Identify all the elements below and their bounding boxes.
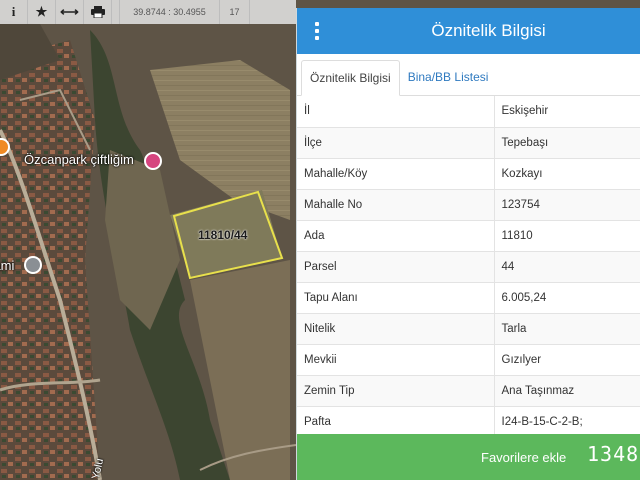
table-row: Mevkii Gızılyer [297, 344, 640, 376]
row-key: Tapu Alanı [297, 282, 495, 314]
row-key: Nitelik [297, 313, 495, 345]
table-row: Ada 11810 [297, 220, 640, 252]
row-value: Kozkayı [494, 158, 640, 190]
menu-dots-icon[interactable] [297, 8, 337, 54]
row-key: Mahalle/Köy [297, 158, 495, 190]
panel-header: Öznitelik Bilgisi [297, 8, 640, 54]
table-row: Mahalle/Köy Kozkayı [297, 158, 640, 190]
toolbar-divider [112, 0, 120, 24]
favorites-count: 1348 [587, 442, 640, 466]
favorites-label: Favorilere ekle [481, 450, 567, 465]
coordinates-readout: 39.8744 : 30.4955 [120, 0, 220, 24]
row-value: 123754 [494, 189, 640, 221]
mosque-label: Cami [0, 258, 15, 273]
table-row: Tapu Alanı 6.005,24 [297, 282, 640, 314]
panel-tabs: Öznitelik Bilgisi Bina/BB Listesi [297, 54, 640, 96]
mosque-pin[interactable] [24, 256, 42, 274]
row-key: Mevkii [297, 344, 495, 376]
parcel-label[interactable]: 11810/44 [198, 228, 247, 242]
row-key: Parsel [297, 251, 495, 283]
poi-pink-pin[interactable] [144, 152, 162, 170]
attribute-panel: Öznitelik Bilgisi Öznitelik Bilgisi Bina… [296, 8, 640, 480]
row-value: 11810 [494, 220, 640, 252]
row-value: Gızılyer [494, 344, 640, 376]
row-key: Pafta [297, 406, 495, 438]
table-row: Zemin Tip Ana Taşınmaz [297, 375, 640, 407]
panel-title: Öznitelik Bilgisi [431, 21, 546, 40]
table-row: Mahalle No 123754 [297, 189, 640, 221]
tab-building-list[interactable]: Bina/BB Listesi [400, 59, 497, 95]
tab-attributes[interactable]: Öznitelik Bilgisi [301, 60, 400, 96]
row-key: Ada [297, 220, 495, 252]
map-toolbar: i ★ ⟷ 39.8744 : 30.4955 17 [0, 0, 296, 24]
row-key: Mahalle No [297, 189, 495, 221]
row-value: 6.005,24 [494, 282, 640, 314]
print-icon[interactable] [84, 0, 112, 24]
table-row: Parsel 44 [297, 251, 640, 283]
row-value: Tepebaşı [494, 127, 640, 159]
attribute-table: İl Eskişehir İlçe Tepebaşı Mahalle/Köy Kozk… [297, 96, 640, 438]
table-row: İl Eskişehir [297, 96, 640, 128]
star-icon[interactable]: ★ [28, 0, 56, 24]
row-value: Eskişehir [494, 96, 640, 128]
add-to-favorites-button[interactable]: Favorilere ekle 1348 [297, 434, 640, 480]
info-icon[interactable]: i [0, 0, 28, 24]
row-value: I24-B-15-C-2-B; [494, 406, 640, 438]
table-row: Nitelik Tarla [297, 313, 640, 345]
table-row: Pafta I24-B-15-C-2-B; [297, 406, 640, 438]
row-key: Zemin Tip [297, 375, 495, 407]
measure-arrows-icon[interactable]: ⟷ [56, 0, 84, 24]
row-key: İl [297, 96, 495, 128]
table-row: İlçe Tepebaşı [297, 127, 640, 159]
row-value: 44 [494, 251, 640, 283]
place-label: Özcanpark çiftliğim [24, 152, 134, 167]
zoom-level: 17 [220, 0, 250, 24]
row-value: Ana Taşınmaz [494, 375, 640, 407]
row-value: Tarla [494, 313, 640, 345]
row-key: İlçe [297, 127, 495, 159]
